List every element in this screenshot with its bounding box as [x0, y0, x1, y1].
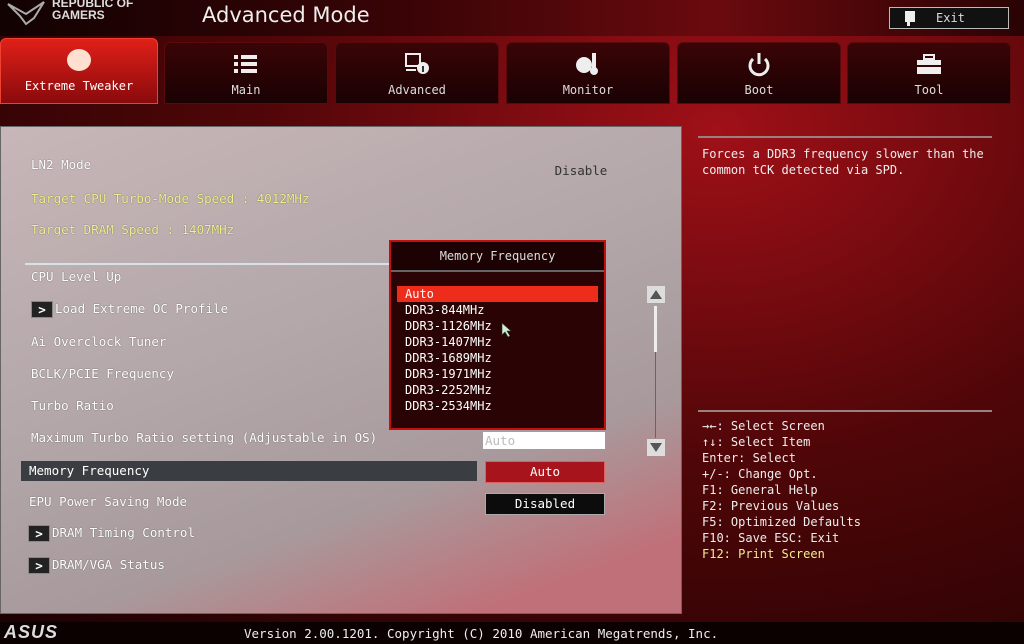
popup-title: Memory Frequency [391, 242, 604, 272]
mouse-cursor-icon [501, 322, 512, 338]
help-panel: Forces a DDR3 frequency slower than the … [690, 130, 1020, 620]
exit-button[interactable]: Exit [889, 7, 1009, 29]
popup-option[interactable]: DDR3-2252MHz [391, 382, 604, 398]
memory-frequency[interactable]: Memory Frequency [29, 463, 149, 478]
list-icon [234, 55, 257, 73]
popup-option[interactable]: Auto [397, 286, 598, 302]
key-hint: Enter: Select [702, 451, 796, 465]
bclk-pcie-frequency[interactable]: BCLK/PCIE Frequency [31, 366, 174, 381]
memory-frequency-popup: Memory Frequency Auto DDR3-844MHz DDR3-1… [389, 240, 606, 430]
divider [25, 263, 395, 265]
thermometer-icon [576, 53, 598, 75]
scrollbar[interactable] [647, 286, 665, 456]
popup-option[interactable]: DDR3-844MHz [391, 302, 604, 318]
tab-main[interactable]: Main [164, 42, 328, 104]
popup-option[interactable]: DDR3-2534MHz [391, 398, 604, 414]
max-turbo-ratio[interactable]: Maximum Turbo Ratio setting (Adjustable … [31, 430, 377, 445]
popup-option[interactable]: DDR3-1407MHz [391, 334, 604, 350]
scroll-up-icon[interactable] [647, 286, 665, 303]
key-hint: +/-: Change Opt. [702, 467, 818, 481]
ln2-mode-value[interactable]: Disable [541, 161, 621, 183]
submenu-arrow-icon: > [28, 557, 50, 574]
key-hint: F2: Previous Values [702, 499, 840, 513]
tweaker-icon [67, 49, 91, 71]
asus-logo: ASUS [4, 622, 59, 642]
key-hint: F1: General Help [702, 483, 818, 497]
epu-power-saving-mode[interactable]: EPU Power Saving Mode [29, 494, 187, 509]
rog-logo-icon [7, 1, 45, 26]
load-extreme-oc-profile[interactable]: > Load Extreme OC Profile [31, 301, 228, 318]
ai-overclock-tuner[interactable]: Ai Overclock Tuner [31, 334, 166, 349]
footer: ASUS Version 2.00.1201. Copyright (C) 20… [0, 622, 1024, 644]
dram-timing-control[interactable]: > DRAM Timing Control [28, 525, 195, 542]
memory-frequency-value[interactable]: Auto [485, 461, 605, 483]
help-text: Forces a DDR3 frequency slower than the … [702, 147, 984, 177]
max-turbo-ratio-input[interactable]: Auto [483, 432, 605, 449]
submenu-arrow-icon: > [28, 525, 50, 542]
tab-monitor[interactable]: Monitor [506, 42, 670, 104]
header-bar: REPUBLIC OF GAMERS Advanced Mode Exit [0, 0, 1024, 36]
version-text: Version 2.00.1201. Copyright (C) 2010 Am… [244, 626, 719, 641]
key-hint: F12: Print Screen [702, 547, 825, 561]
rog-logo-text: REPUBLIC OF GAMERS [52, 0, 134, 22]
tab-advanced[interactable]: Advanced [335, 42, 499, 104]
main-tabs: Extreme Tweaker Main Advanced Monitor Bo… [0, 38, 1024, 104]
exit-door-icon [905, 11, 915, 26]
tab-tool[interactable]: Tool [847, 42, 1011, 104]
submenu-arrow-icon: > [31, 301, 53, 318]
key-hint: F5: Optimized Defaults [702, 515, 861, 529]
key-legend: →←: Select Screen ↑↓: Select Item Enter:… [702, 418, 861, 562]
epu-value[interactable]: Disabled [485, 493, 605, 515]
tab-extreme-tweaker[interactable]: Extreme Tweaker [0, 38, 158, 104]
divider [698, 410, 992, 412]
popup-option[interactable]: DDR3-1126MHz [391, 318, 604, 334]
key-hint: →←: Select Screen [702, 419, 825, 433]
ln2-mode-label: LN2 Mode [31, 157, 92, 172]
popup-option[interactable]: DDR3-1971MHz [391, 366, 604, 382]
key-hint: F10: Save ESC: Exit [702, 531, 840, 545]
popup-option[interactable]: DDR3-1689MHz [391, 350, 604, 366]
page-title: Advanced Mode [202, 3, 370, 27]
cpu-level-up[interactable]: CPU Level Up [31, 269, 121, 284]
key-hint: ↑↓: Select Item [702, 435, 811, 449]
divider [698, 136, 992, 138]
target-cpu-speed: Target CPU Turbo-Mode Speed : 4012MHz [31, 191, 310, 206]
toolbox-icon [917, 54, 941, 74]
advanced-info-icon [405, 53, 429, 74]
dram-vga-status[interactable]: > DRAM/VGA Status [28, 557, 165, 574]
scroll-track [655, 352, 656, 438]
tab-boot[interactable]: Boot [677, 42, 841, 104]
scroll-thumb[interactable] [654, 306, 657, 352]
scroll-down-icon[interactable] [647, 439, 665, 456]
target-dram-speed: Target DRAM Speed : 1407MHz [31, 222, 235, 237]
turbo-ratio[interactable]: Turbo Ratio [31, 398, 114, 413]
power-icon [748, 53, 770, 77]
